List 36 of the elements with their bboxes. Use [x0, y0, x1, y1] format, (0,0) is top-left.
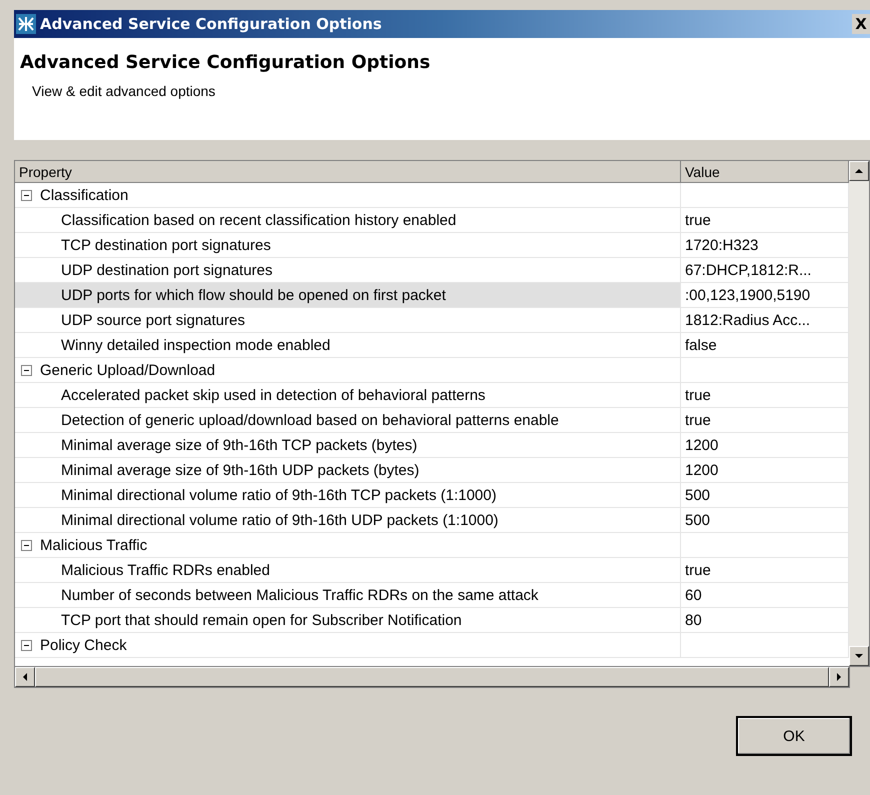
dialog-subtitle: View & edit advanced options	[31, 83, 216, 99]
dialog-heading: Advanced Service Configuration Options	[20, 52, 432, 73]
property-cell[interactable]: Minimal directional volume ratio of 9th-16th TCP packets (1:1000)	[15, 483, 681, 507]
column-header[interactable]: Value	[681, 161, 849, 183]
collapse-icon[interactable]	[21, 364, 32, 376]
vertical-scrollbar[interactable]	[849, 161, 869, 666]
collapse-icon[interactable]	[21, 190, 32, 200]
property-cell[interactable]: UDP ports for which flow should be opened on first packet	[15, 283, 681, 307]
scroll-right-icon[interactable]	[829, 667, 849, 687]
collapse-icon[interactable]	[21, 540, 32, 550]
property-cell[interactable]: TCP port that should remain open for Subscriber Notification	[15, 608, 681, 632]
category-label[interactable]: Policy Check	[40, 636, 127, 654]
property-cell[interactable]: Minimal average size of 9th-16th UDP packets (bytes)	[15, 458, 681, 482]
property-cell[interactable]: Number of seconds between Malicious Traffic RDRs on the same attack	[15, 583, 681, 607]
property-cell[interactable]: Accelerated packet skip used in detection of behavioral patterns	[15, 383, 681, 407]
close-button[interactable]: X	[852, 14, 870, 34]
property-cell[interactable]: Classification based on recent classification history enabled	[15, 208, 681, 232]
window-title: Advanced Service Configuration Options	[40, 15, 383, 33]
property-cell[interactable]: TCP destination port signatures	[15, 233, 681, 257]
scroll-up-icon[interactable]	[849, 161, 869, 181]
property-cell[interactable]: Winny detailed inspection mode enabled	[15, 333, 681, 357]
app-logo-icon	[16, 14, 36, 34]
property-cell[interactable]: UDP destination port signatures	[15, 258, 681, 282]
property-cell[interactable]: UDP source port signatures	[15, 308, 681, 332]
category-label[interactable]: Malicious Traffic	[40, 536, 148, 554]
property-cell[interactable]: Minimal average size of 9th-16th TCP packets (bytes)	[15, 433, 681, 457]
category-label[interactable]: Generic Upload/Download	[40, 362, 216, 378]
category-label[interactable]: Classification	[40, 186, 128, 204]
scroll-left-icon[interactable]	[15, 667, 35, 687]
collapse-icon[interactable]	[21, 640, 32, 650]
scroll-down-icon[interactable]	[849, 646, 869, 666]
property-cell[interactable]: Detection of generic upload/download based on behavioral patterns enable	[15, 408, 681, 432]
column-header[interactable]: Property	[15, 161, 681, 183]
property-cell[interactable]: Malicious Traffic RDRs enabled	[15, 558, 681, 582]
ok-button[interactable]: OK	[736, 716, 852, 756]
property-cell[interactable]: Minimal directional volume ratio of 9th-16th UDP packets (1:1000)	[15, 508, 681, 532]
